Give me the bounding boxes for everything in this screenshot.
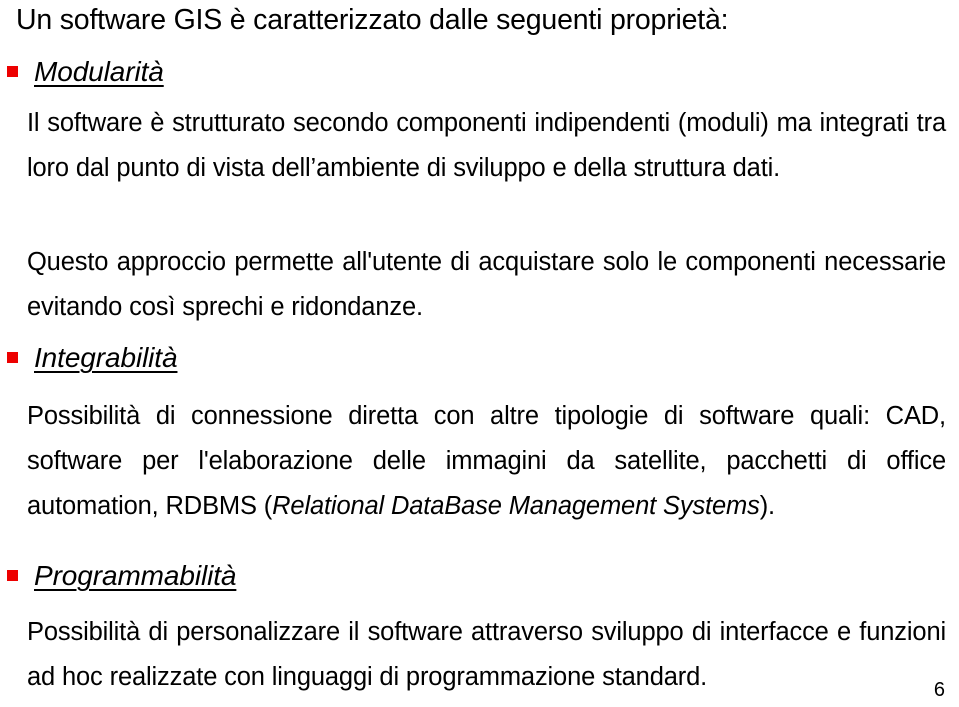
bullet-square-icon <box>7 570 18 581</box>
page-number: 6 <box>933 679 945 701</box>
bullet-row-programmabilita: Programmabilità <box>0 556 959 598</box>
presentation-slide: Un software GIS è caratterizzato dalle s… <box>0 0 959 707</box>
section-heading-integrabilita: Integrabilità <box>34 342 178 373</box>
paragraph-modularita-1: Il software è strutturato secondo compon… <box>27 109 946 182</box>
page-title: Un software GIS è caratterizzato dalle s… <box>16 4 729 36</box>
paragraph-programmabilita-1: Possibilità di personalizzare il softwar… <box>27 618 946 691</box>
paragraph-integrabilita-1: Possibilità di connessione diretta con a… <box>27 402 946 520</box>
bullet-square-icon <box>7 66 18 77</box>
bullet-square-icon <box>7 352 18 363</box>
bullet-row-integrabilita: Integrabilità <box>0 338 959 380</box>
bullet-row-modularita: Modularità <box>0 52 959 94</box>
section-heading-programmabilita: Programmabilità <box>34 560 237 591</box>
paragraph-modularita-2: Questo approccio permette all'utente di … <box>27 248 946 321</box>
section-heading-modularita: Modularità <box>34 56 164 87</box>
